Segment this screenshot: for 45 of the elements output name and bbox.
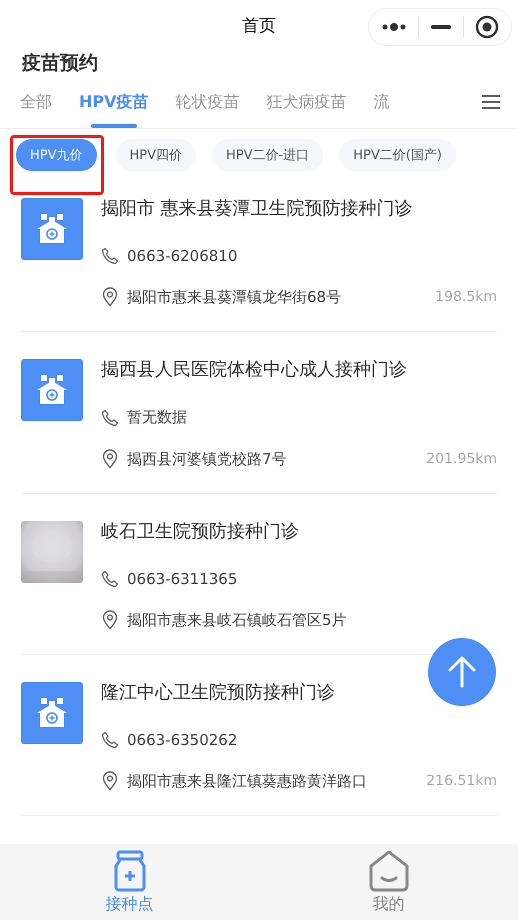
clinic-address: 揭阳市惠来县隆江镇葵惠路黄洋路口 [127,772,368,790]
minimize-icon[interactable] [430,25,451,29]
phone-icon [101,731,119,749]
phone-number: 0663-6206810 [127,247,238,265]
distance: 198.5km [435,289,497,305]
category-tab[interactable]: 轮状疫苗 [176,76,240,128]
category-tab[interactable]: 全部 [20,76,52,128]
clinic-icon [21,682,83,744]
clinic-icon [21,359,83,421]
clinic-name: 隆江中心卫生院预防接种门诊 [101,681,336,705]
filter-chip[interactable]: HPV九价 [16,139,97,171]
filter-chip[interactable]: HPV二价(国产) [339,139,456,171]
category-tab[interactable]: 流 [374,76,390,128]
page-heading: 疫苗预约 [20,51,99,76]
location-pin-icon [101,449,119,469]
phone-icon [101,570,119,588]
medicine-jar-icon [112,850,148,892]
clinic-address: 揭阳市惠来县岐石镇岐石管区5片 [127,610,348,630]
phone-icon [101,408,119,426]
page-title: 首页 [242,14,276,36]
phone-number: 暂无数据 [127,408,187,427]
category-tab[interactable]: HPV疫苗 [79,76,148,128]
location-pin-icon [101,610,119,630]
more-icon[interactable] [380,22,407,32]
phone-number: 0663-6350262 [127,731,238,749]
phone-icon [101,247,119,265]
clinic-address: 揭阳市惠来县葵潭镇龙华街68号 [127,288,342,306]
clinic-icon [21,198,83,260]
close-icon[interactable] [475,15,500,39]
clinic-name: 揭阳市 惠来县葵潭卫生院预防接种门诊 [101,197,414,221]
bottom-tab[interactable]: 接种点 [0,844,259,920]
filter-chip[interactable]: HPV二价-进口 [212,139,324,171]
clinic-address: 揭西县河婆镇党校路7号 [127,450,288,468]
distance: 216.51km [426,773,497,789]
bottom-tab[interactable]: 我的 [259,844,518,920]
clinic-name: 揭西县人民医院体检中心成人接种门诊 [101,358,408,382]
location-pin-icon [101,771,119,791]
smiling-house-icon [368,850,408,892]
location-pin-icon [101,287,119,307]
category-tab[interactable]: 狂犬病疫苗 [266,76,346,128]
phone-number: 0663-6311365 [127,570,238,588]
menu-icon[interactable] [482,94,500,110]
distance: 201.95km [426,451,497,467]
filter-chip[interactable]: HPV四价 [116,139,196,171]
clinic-name: 岐石卫生院预防接种门诊 [101,520,300,544]
